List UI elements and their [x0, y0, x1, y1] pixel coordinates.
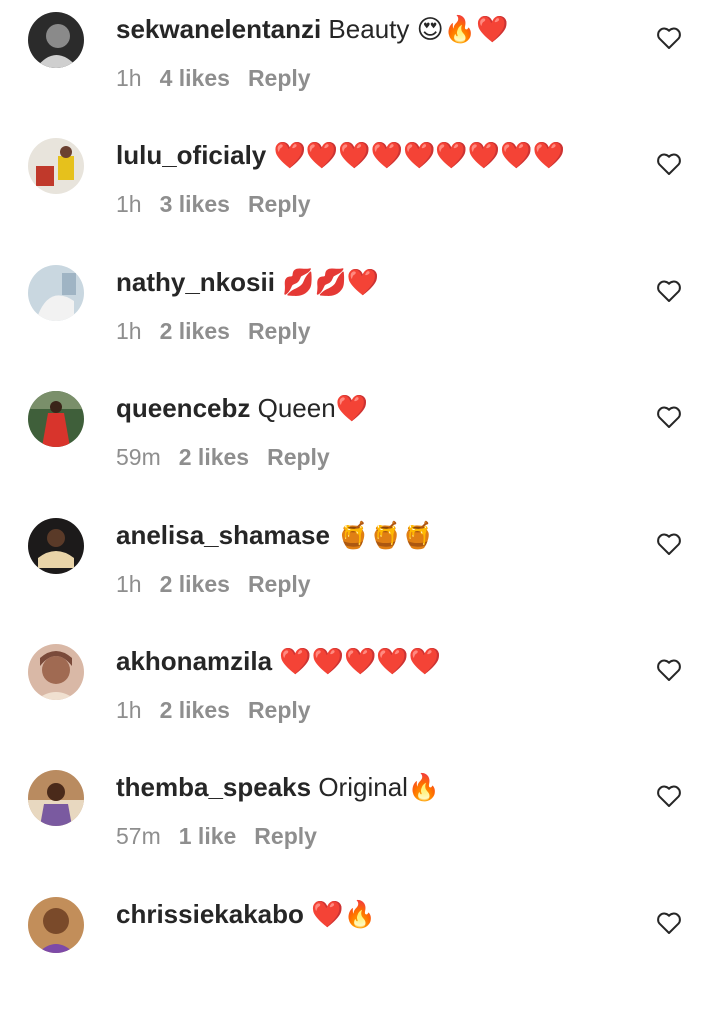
comment-text: 💋💋❤️ — [274, 267, 380, 297]
reply-button[interactable]: Reply — [248, 65, 311, 91]
like-heart-icon[interactable] — [656, 532, 682, 556]
avatar[interactable] — [28, 265, 84, 321]
comment-text: ❤️❤️❤️❤️❤️❤️❤️❤️❤️ — [266, 140, 565, 170]
comment-time: 59m — [116, 444, 161, 470]
comment-likes[interactable]: 3 likes — [160, 191, 230, 217]
comment-item: sekwanelentanzi Beauty 😍🔥❤️ 1h 4 likes Rep… — [0, 0, 720, 126]
like-heart-icon[interactable] — [656, 658, 682, 682]
like-heart-icon[interactable] — [656, 784, 682, 808]
comment-username[interactable]: queencebz — [116, 393, 250, 423]
like-heart-icon[interactable] — [656, 26, 682, 50]
avatar[interactable] — [28, 518, 84, 574]
avatar[interactable] — [28, 644, 84, 700]
avatar[interactable] — [28, 770, 84, 826]
comment-time: 1h — [116, 571, 142, 597]
comment-likes[interactable]: 4 likes — [160, 65, 230, 91]
comment-text: ❤️❤️❤️❤️❤️ — [272, 646, 442, 676]
comment-item: akhonamzila ❤️❤️❤️❤️❤️ 1h 2 likes Reply — [0, 632, 720, 758]
reply-button[interactable]: Reply — [248, 697, 311, 723]
comment-text: Original🔥 — [311, 772, 441, 802]
avatar[interactable] — [28, 138, 84, 194]
comment-time: 1h — [116, 318, 142, 344]
comment-item: lulu_oficialy ❤️❤️❤️❤️❤️❤️❤️❤️❤️ 1h 3 lik… — [0, 126, 720, 252]
avatar[interactable] — [28, 391, 84, 447]
reply-button[interactable]: Reply — [267, 444, 330, 470]
comment-time: 57m — [116, 823, 161, 849]
comment-likes[interactable]: 2 likes — [160, 697, 230, 723]
comment-text: Beauty 😍🔥❤️ — [321, 14, 509, 44]
comment-username[interactable]: chrissiekakabo — [116, 899, 304, 929]
comment-likes[interactable]: 2 likes — [179, 444, 249, 470]
comment-time: 1h — [116, 697, 142, 723]
like-heart-icon[interactable] — [656, 405, 682, 429]
comment-username[interactable]: lulu_oficialy — [116, 140, 266, 170]
comment-item: chrissiekakabo ❤️🔥 — [0, 885, 720, 1011]
comment-username[interactable]: akhonamzila — [116, 646, 272, 676]
comment-username[interactable]: themba_speaks — [116, 772, 311, 802]
avatar[interactable] — [28, 897, 84, 953]
comment-text: ❤️🔥 — [303, 899, 376, 929]
comment-time: 1h — [116, 191, 142, 217]
like-heart-icon[interactable] — [656, 152, 682, 176]
comment-item: themba_speaks Original🔥 57m 1 like Reply — [0, 758, 720, 884]
comment-likes[interactable]: 2 likes — [160, 318, 230, 344]
like-heart-icon[interactable] — [656, 279, 682, 303]
reply-button[interactable]: Reply — [248, 571, 311, 597]
reply-button[interactable]: Reply — [248, 318, 311, 344]
like-heart-icon[interactable] — [656, 911, 682, 935]
comment-text: 🍯🍯🍯 — [329, 520, 435, 550]
comment-username[interactable]: nathy_nkosii — [116, 267, 275, 297]
comment-likes[interactable]: 1 like — [179, 823, 237, 849]
comment-username[interactable]: sekwanelentanzi — [116, 14, 321, 44]
avatar[interactable] — [28, 12, 84, 68]
comment-username[interactable]: anelisa_shamase — [116, 520, 330, 550]
comment-item: nathy_nkosii 💋💋❤️ 1h 2 likes Reply — [0, 253, 720, 379]
comment-item: queencebz Queen❤️ 59m 2 likes Reply — [0, 379, 720, 505]
reply-button[interactable]: Reply — [254, 823, 317, 849]
comment-time: 1h — [116, 65, 142, 91]
reply-button[interactable]: Reply — [248, 191, 311, 217]
comment-item: anelisa_shamase 🍯🍯🍯 1h 2 likes Reply — [0, 506, 720, 632]
comment-text: Queen❤️ — [250, 393, 369, 423]
comment-likes[interactable]: 2 likes — [160, 571, 230, 597]
